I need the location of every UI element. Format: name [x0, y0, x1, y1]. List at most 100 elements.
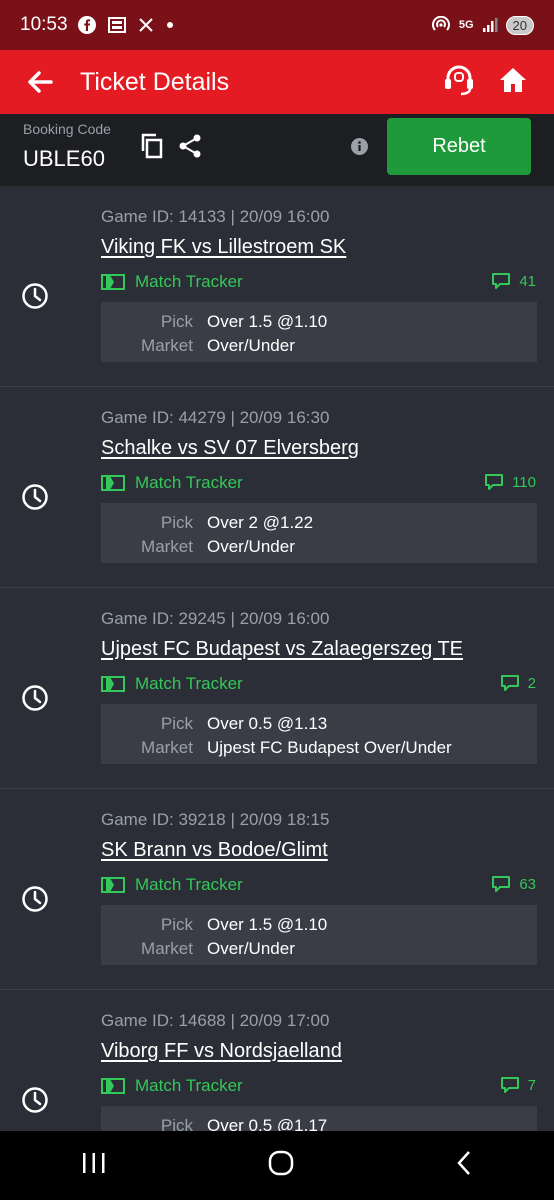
game-card[interactable]: Game ID: 39218 | 20/09 18:15 SK Brann vs…: [0, 789, 554, 990]
pick-details: PickOver 0.5 @1.17 Market: [101, 1106, 537, 1131]
comments-button[interactable]: 110: [484, 473, 536, 491]
info-icon: [351, 138, 368, 155]
pick-label: Pick: [160, 312, 193, 331]
home-icon: [500, 67, 526, 92]
recent-apps-button[interactable]: [81, 1151, 107, 1180]
pick-value: Over 0.5 @1.13: [207, 714, 328, 733]
rebet-button[interactable]: Rebet: [387, 118, 531, 175]
home-nav-button[interactable]: [268, 1150, 294, 1181]
pick-value: Over 0.5 @1.17: [207, 1116, 328, 1131]
chevron-left-icon: [457, 1151, 471, 1175]
match-tracker-button[interactable]: Match Tracker: [101, 1076, 243, 1096]
game-card[interactable]: Game ID: 14133 | 20/09 16:00 Viking FK v…: [0, 186, 554, 387]
tracker-icon: [101, 877, 125, 893]
game-list: Game ID: 14133 | 20/09 16:00 Viking FK v…: [0, 186, 554, 1131]
comment-count: 41: [519, 272, 536, 290]
x-icon: [138, 18, 153, 32]
pick-label: Pick: [160, 714, 193, 733]
info-button[interactable]: [351, 138, 368, 160]
clock-icon: [21, 282, 49, 315]
pick-label: Pick: [160, 915, 193, 934]
home-button[interactable]: [498, 66, 528, 99]
tracker-icon: [101, 274, 125, 290]
match-tracker-button[interactable]: Match Tracker: [101, 272, 243, 292]
network-type: 5G: [458, 19, 474, 31]
match-teams-link[interactable]: Ujpest FC Budapest vs Zalaegerszeg TE: [101, 638, 463, 661]
tracker-icon: [101, 475, 125, 491]
game-id: Game ID: 44279 | 20/09 16:30: [101, 408, 330, 427]
market-value: Over/Under: [207, 939, 295, 958]
pick-value: Over 1.5 @1.10: [207, 312, 328, 331]
facebook-icon: [77, 16, 96, 34]
market-value: Over/Under: [207, 537, 295, 556]
comment-icon: [492, 876, 511, 892]
tracker-icon: [101, 676, 125, 692]
comment-icon: [485, 474, 504, 490]
status-time: 10:53: [20, 14, 68, 35]
game-card[interactable]: Game ID: 44279 | 20/09 16:30 Schalke vs …: [0, 387, 554, 588]
match-tracker-label: Match Tracker: [135, 875, 243, 894]
pick-details: Pick Over 2 @1.22 Market Over/Under: [101, 503, 537, 563]
pick-details: Pick Over 1.5 @1.10 Market Over/Under: [101, 905, 537, 965]
home-circle-icon: [268, 1150, 294, 1176]
comment-icon: [492, 273, 511, 289]
comments-button[interactable]: 63: [491, 875, 536, 893]
match-teams-link[interactable]: SK Brann vs Bodoe/Glimt: [101, 839, 328, 862]
pick-label: Pick: [160, 1116, 193, 1131]
comment-icon: [500, 675, 519, 691]
market-label: Market: [141, 738, 193, 757]
comment-count: 63: [519, 875, 536, 893]
booking-code-label: Booking Code: [23, 121, 111, 137]
share-icon: [179, 134, 201, 158]
pick-label: Pick: [160, 513, 193, 532]
headset-icon: [445, 65, 473, 95]
market-label: Market: [141, 336, 193, 355]
comment-icon: [500, 1077, 519, 1093]
match-tracker-label: Match Tracker: [135, 473, 243, 492]
tracker-icon: [101, 1078, 125, 1094]
game-id: Game ID: 29245 | 20/09 16:00: [101, 609, 330, 628]
clock-icon: [21, 684, 49, 717]
market-value: Ujpest FC Budapest Over/Under: [207, 738, 452, 757]
booking-bar: Booking Code UBLE60 Rebet: [0, 114, 554, 186]
game-card[interactable]: Game ID: 14688 | 20/09 17:00 Viborg FF v…: [0, 990, 554, 1131]
booking-code: UBLE60: [23, 146, 105, 171]
match-teams-link[interactable]: Schalke vs SV 07 Elversberg: [101, 437, 359, 460]
game-id: Game ID: 14688 | 20/09 17:00: [101, 1011, 330, 1030]
arrow-left-icon: [28, 71, 53, 93]
copy-button[interactable]: [140, 133, 164, 164]
match-tracker-label: Match Tracker: [135, 272, 243, 291]
support-button[interactable]: [442, 64, 476, 101]
comment-count: 2: [527, 674, 536, 692]
pick-details: Pick Over 0.5 @1.13 Market Ujpest FC Budap…: [101, 704, 537, 764]
game-id: Game ID: 39218 | 20/09 18:15: [101, 810, 330, 829]
game-id: Game ID: 14133 | 20/09 16:00: [101, 207, 330, 226]
comments-button[interactable]: 7: [500, 1076, 536, 1094]
app-header: Ticket Details: [0, 50, 554, 114]
comments-button[interactable]: 2: [500, 674, 536, 692]
match-tracker-button[interactable]: Match Tracker: [101, 674, 243, 694]
back-button[interactable]: [0, 50, 80, 114]
dot-icon: [166, 22, 173, 28]
comments-button[interactable]: 41: [491, 272, 536, 290]
hotspot-icon: [431, 16, 450, 31]
match-tracker-label: Match Tracker: [135, 1076, 243, 1095]
pick-details: Pick Over 1.5 @1.10 Market Over/Under: [101, 302, 537, 362]
status-bar: 10:53 5G 20: [0, 0, 554, 50]
match-teams-link[interactable]: Viborg FF vs Nordsjaelland: [101, 1040, 342, 1063]
page-title: Ticket Details: [80, 67, 230, 96]
share-button[interactable]: [178, 133, 202, 164]
match-tracker-button[interactable]: Match Tracker: [101, 875, 243, 895]
back-nav-button[interactable]: [455, 1150, 473, 1181]
comment-count: 110: [512, 473, 536, 491]
pick-value: Over 1.5 @1.10: [207, 915, 328, 934]
pick-value: Over 2 @1.22: [207, 513, 314, 532]
system-nav-bar: [0, 1131, 554, 1200]
clock-icon: [21, 1086, 49, 1119]
market-label: Market: [141, 939, 193, 958]
market-value: Over/Under: [207, 336, 295, 355]
signal-icon: [482, 18, 498, 32]
match-teams-link[interactable]: Viking FK vs Lillestroem SK: [101, 236, 346, 259]
match-tracker-button[interactable]: Match Tracker: [101, 473, 243, 493]
game-card[interactable]: Game ID: 29245 | 20/09 16:00 Ujpest FC B…: [0, 588, 554, 789]
